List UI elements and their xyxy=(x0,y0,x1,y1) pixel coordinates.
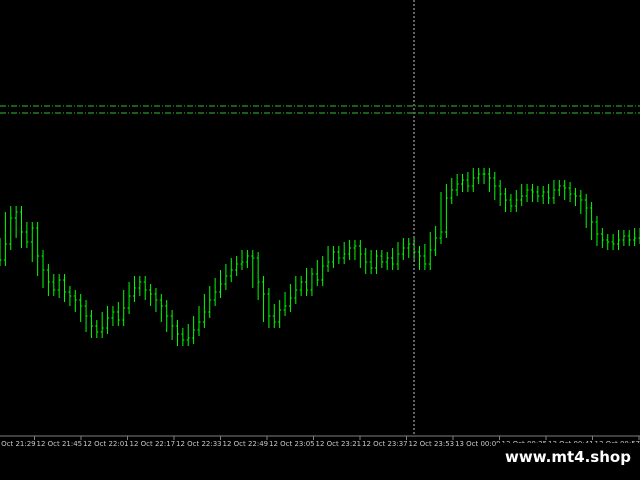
price-bars xyxy=(0,168,640,346)
time-axis-tick-label: 12 Oct 21:29 xyxy=(0,440,36,448)
time-axis-tick-label: 13 Oct 00:09 xyxy=(455,440,501,448)
time-axis-tick-label: 12 Oct 22:01 xyxy=(83,440,129,448)
price-chart[interactable]: 12 Oct 21:2912 Oct 21:4512 Oct 22:0112 O… xyxy=(0,0,640,480)
time-axis-tick-label: 12 Oct 23:53 xyxy=(409,440,455,448)
price-chart-window[interactable]: 12 Oct 21:2912 Oct 21:4512 Oct 22:0112 O… xyxy=(0,0,640,480)
price-level-lines xyxy=(0,105,640,114)
time-axis-tick-label: 12 Oct 22:49 xyxy=(223,440,269,448)
watermark-label: www.mt4.shop xyxy=(496,443,640,471)
time-axis-tick-label: 12 Oct 22:33 xyxy=(176,440,222,448)
time-axis-tick-label: 12 Oct 21:45 xyxy=(37,440,83,448)
time-axis-tick-label: 12 Oct 23:37 xyxy=(362,440,408,448)
time-axis-tick-label: 12 Oct 22:17 xyxy=(130,440,176,448)
time-axis-tick-label: 12 Oct 23:21 xyxy=(316,440,362,448)
time-axis-tick-label: 12 Oct 23:05 xyxy=(269,440,315,448)
